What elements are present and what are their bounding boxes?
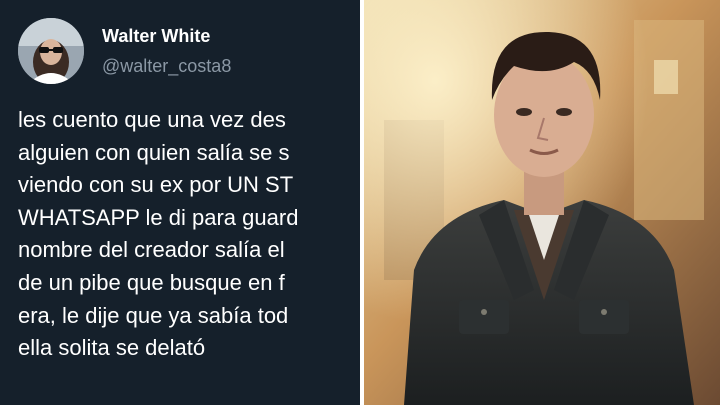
tweet-line: les cuento que una vez des <box>18 107 286 132</box>
avatar-image <box>18 18 84 84</box>
tweet-line: alguien con quien salía se s <box>18 139 290 165</box>
author-name[interactable]: Walter White <box>102 26 210 47</box>
tweet-line: de un pibe que busque en f <box>18 269 285 295</box>
avatar[interactable] <box>18 18 84 84</box>
photo-panel <box>364 0 720 405</box>
tweet-line: WHATSAPP le di para guard <box>18 204 299 230</box>
author-handle[interactable]: @walter_costa8 <box>102 56 231 77</box>
tweet-line: era, le dije que ya sabía tod <box>18 302 289 328</box>
tweet-text: les cuento que una vez des alguien con q… <box>18 104 360 365</box>
tweet-line: viendo con su ex por UN ST <box>18 172 294 198</box>
tweet-line: ella solita se delató <box>18 335 206 361</box>
man-in-denim-jacket-photo <box>364 0 720 405</box>
tweet-line: nombre del creador salía el <box>18 237 285 263</box>
tweet-card: Walter White @walter_costa8 les cuento q… <box>0 0 360 405</box>
